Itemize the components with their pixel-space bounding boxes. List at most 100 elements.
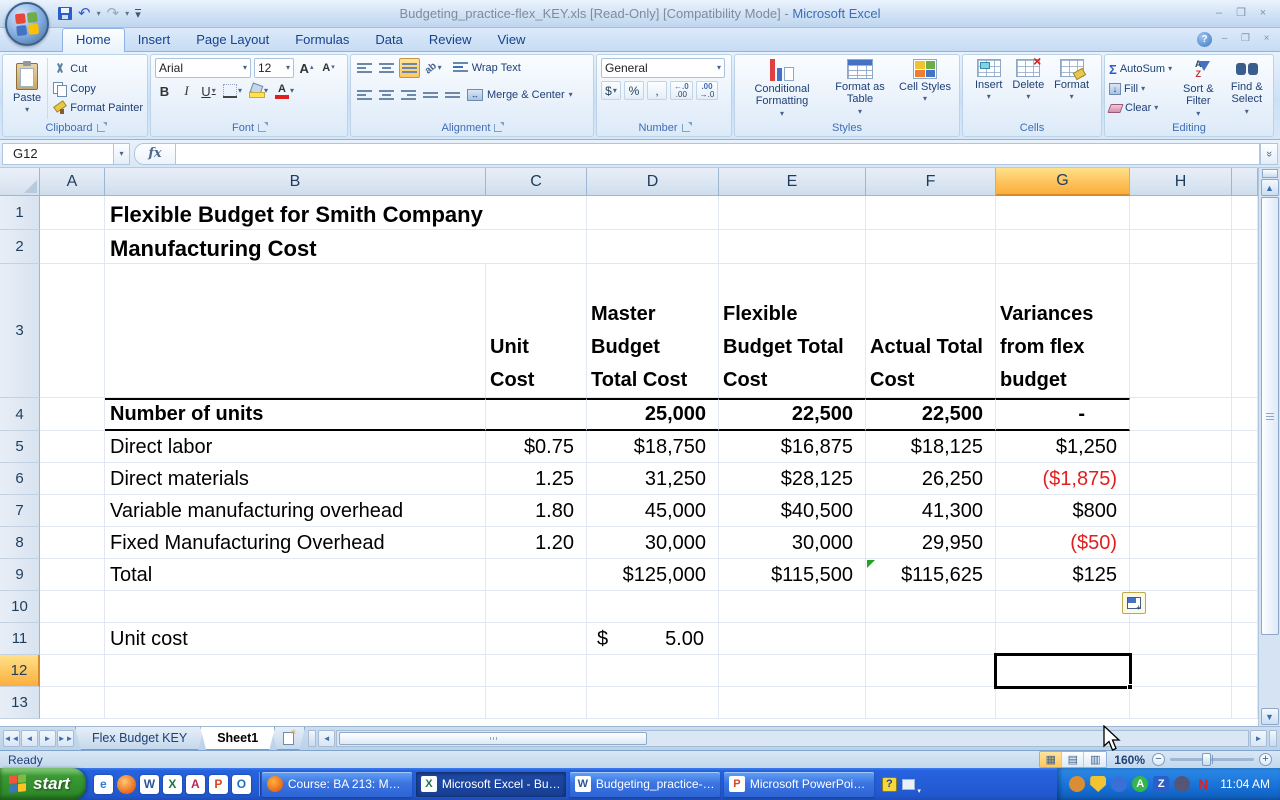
autosum-button[interactable]: ΣAutoSum▾ (1109, 61, 1172, 78)
cell-D3[interactable]: Master Budget Total Cost (587, 264, 719, 398)
column-header-stub[interactable] (1232, 168, 1258, 196)
cell-G10[interactable] (996, 591, 1130, 623)
zoom-out-button[interactable]: − (1152, 753, 1165, 766)
expand-formula-bar-button[interactable]: » (1260, 143, 1278, 165)
insert-cells-button[interactable]: Insert▾ (973, 58, 1005, 119)
cell-stub2[interactable] (1232, 230, 1258, 264)
column-header-F[interactable]: F (866, 168, 996, 196)
cell-E8[interactable]: 30,000 (719, 527, 866, 559)
undo-icon[interactable]: ↶ (78, 6, 91, 21)
middle-align-button[interactable] (377, 58, 396, 78)
cell-stub4[interactable] (1232, 398, 1258, 431)
select-all-corner[interactable] (0, 168, 40, 196)
taskbar-button-word[interactable]: WBudgeting_practice-fl... (570, 772, 720, 797)
row-header-5[interactable]: 5 (0, 431, 40, 463)
decrease-indent-button[interactable] (421, 85, 440, 105)
powerpoint-icon[interactable]: P (209, 775, 228, 794)
fill-handle[interactable] (1127, 684, 1133, 690)
row-header-4[interactable]: 4 (0, 398, 40, 431)
format-as-table-button[interactable]: Format as Table▾ (827, 58, 893, 119)
help-tray-icon[interactable]: ? (882, 777, 897, 792)
sheet-tab-sheet1[interactable]: Sheet1 (200, 727, 275, 750)
cell-G11[interactable] (996, 623, 1130, 655)
cell-B10[interactable] (105, 591, 486, 623)
row-header-3[interactable]: 3 (0, 264, 40, 398)
row-header-9[interactable]: 9 (0, 559, 40, 591)
row-header-8[interactable]: 8 (0, 527, 40, 559)
cell-B4[interactable]: Number of units (105, 398, 486, 431)
fill-button[interactable]: ↓Fill▾ (1109, 80, 1172, 97)
update-icon[interactable]: A (1132, 776, 1148, 792)
cell-C7[interactable]: 1.80 (486, 495, 587, 527)
cell-A2[interactable] (40, 230, 105, 264)
cell-G6[interactable]: ($1,875) (996, 463, 1130, 495)
cell-B6[interactable]: Direct materials (105, 463, 486, 495)
row-header-1[interactable]: 1 (0, 196, 40, 230)
row-header-12[interactable]: 12 (0, 655, 40, 687)
column-header-A[interactable]: A (40, 168, 105, 196)
cell-B11[interactable]: Unit cost (105, 623, 486, 655)
cell-B8[interactable]: Fixed Manufacturing Overhead (105, 527, 486, 559)
copy-button[interactable]: Copy (53, 80, 143, 97)
cell-C5[interactable]: $0.75 (486, 431, 587, 463)
align-center-button[interactable] (377, 85, 396, 105)
row-header-7[interactable]: 7 (0, 495, 40, 527)
font-size-select[interactable]: 12▾ (254, 58, 294, 78)
cell-A7[interactable] (40, 495, 105, 527)
cell-stub1[interactable] (1232, 196, 1258, 230)
next-sheet-button[interactable]: ► (39, 730, 56, 747)
cell-F2[interactable] (866, 230, 996, 264)
number-dialog-launcher-icon[interactable] (682, 124, 690, 132)
row-header-10[interactable]: 10 (0, 591, 40, 623)
cell-G2[interactable] (996, 230, 1130, 264)
name-box-caret[interactable]: ▾ (114, 143, 130, 165)
fill-color-button[interactable]: ▾ (247, 81, 270, 101)
cut-button[interactable]: Cut (53, 61, 143, 78)
vertical-scrollbar[interactable]: ▲ ▼ (1258, 168, 1280, 726)
messenger-icon[interactable] (1069, 776, 1085, 792)
decrease-decimal-button[interactable]: .00→.0 (696, 81, 719, 100)
cell-B7[interactable]: Variable manufacturing overhead (105, 495, 486, 527)
name-box[interactable]: G12 (2, 143, 114, 165)
row-header-6[interactable]: 6 (0, 463, 40, 495)
clipboard-dialog-launcher-icon[interactable] (97, 124, 105, 132)
cell-B3[interactable] (105, 264, 486, 398)
cell-D8[interactable]: 30,000 (587, 527, 719, 559)
previous-sheet-button[interactable]: ◄ (21, 730, 38, 747)
zoom-in-button[interactable]: + (1259, 753, 1272, 766)
cell-H9[interactable] (1130, 559, 1232, 591)
accounting-format-button[interactable]: $▾ (601, 81, 621, 100)
formula-input[interactable] (176, 143, 1260, 165)
cell-C3[interactable]: Unit Cost (486, 264, 587, 398)
outlook-icon[interactable]: O (232, 775, 251, 794)
cell-F13[interactable] (866, 687, 996, 719)
column-header-C[interactable]: C (486, 168, 587, 196)
merge-center-button[interactable]: ↔Merge & Center▾ (467, 87, 573, 104)
cell-C13[interactable] (486, 687, 587, 719)
column-header-D[interactable]: D (587, 168, 719, 196)
cell-F1[interactable] (866, 196, 996, 230)
wrap-text-button[interactable]: Wrap Text (453, 60, 521, 77)
conditional-formatting-button[interactable]: Conditional Formatting▾ (741, 58, 823, 119)
cell-H13[interactable] (1130, 687, 1232, 719)
align-left-button[interactable] (355, 85, 374, 105)
cell-B5[interactable]: Direct labor (105, 431, 486, 463)
sort-filter-button[interactable]: AZ Sort & Filter▾ (1176, 58, 1220, 119)
h-scroll-thumb[interactable] (339, 732, 647, 745)
cell-H7[interactable] (1130, 495, 1232, 527)
column-header-B[interactable]: B (105, 168, 486, 196)
h-split-handle[interactable] (1269, 730, 1277, 747)
taskbar-button-firefox[interactable]: Course: BA 213: Man... (262, 772, 412, 797)
cell-C1[interactable] (486, 196, 587, 230)
cell-G8[interactable]: ($50) (996, 527, 1130, 559)
undo-caret-icon[interactable]: ▾ (97, 9, 101, 18)
cell-stub9[interactable] (1232, 559, 1258, 591)
cell-F6[interactable]: 26,250 (866, 463, 996, 495)
percent-style-button[interactable]: % (624, 81, 644, 100)
cell-A8[interactable] (40, 527, 105, 559)
split-box[interactable] (1262, 169, 1278, 178)
cell-E1[interactable] (719, 196, 866, 230)
antivirus-shield-icon[interactable] (1090, 776, 1106, 792)
excel-icon[interactable]: X (163, 775, 182, 794)
cell-H3[interactable] (1130, 264, 1232, 398)
